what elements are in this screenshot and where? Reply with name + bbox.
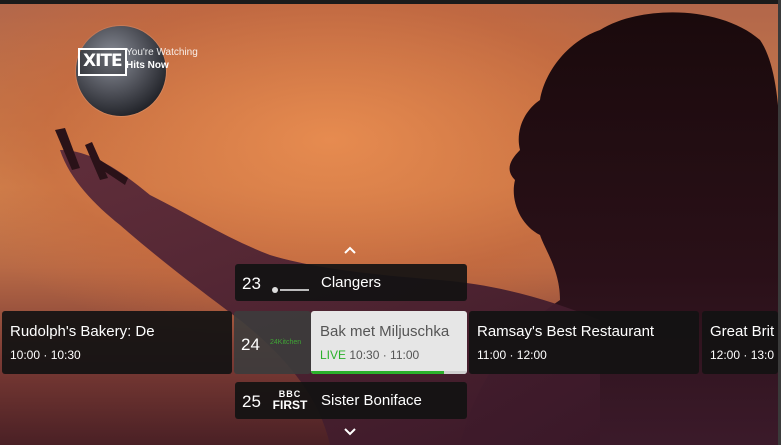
- top-edge: [0, 0, 781, 4]
- chevron-up-icon[interactable]: [342, 245, 358, 255]
- channel-logo-icon: [271, 279, 311, 293]
- channel-logo-24kitchen: 24Kitchen: [270, 339, 301, 346]
- channel-row-prev[interactable]: 23 Clangers: [235, 264, 467, 301]
- chevron-down-icon[interactable]: [342, 427, 358, 437]
- program-title: Great Brit: [710, 323, 775, 340]
- program-card-previous[interactable]: Rudolph's Bakery: De 10:00 · 10:30: [2, 311, 232, 374]
- program-time: 10:30 · 11:00: [349, 348, 420, 362]
- program-time: 11:00 · 12:00: [477, 348, 547, 362]
- bbc-first-logo: BBC FIRST: [271, 389, 309, 413]
- program-time: 12:00 · 13:0: [710, 348, 775, 362]
- program-time: 10:00 · 10:30: [10, 348, 81, 362]
- current-channel-label: 24 24Kitchen: [234, 311, 311, 374]
- channel-number: 23: [242, 274, 261, 293]
- channel-number: 25: [242, 392, 261, 411]
- xite-logo: XITE: [78, 48, 127, 76]
- program-card-current[interactable]: Bak met Miljuschka LIVE 10:30 · 11:00: [311, 311, 467, 374]
- program-card-next-2[interactable]: Great Brit 12:00 · 13:0: [702, 311, 778, 374]
- program-title: Ramsay's Best Restaurant: [477, 323, 655, 340]
- program-title: Sister Boniface: [321, 392, 422, 409]
- progress-bar: [311, 371, 444, 374]
- program-title: Bak met Miljuschka: [320, 323, 450, 340]
- channel-logo-text: 24Kitchen: [270, 339, 302, 346]
- program-title: Clangers: [321, 274, 382, 291]
- progress-track: [311, 371, 467, 374]
- program-card-next[interactable]: Ramsay's Best Restaurant 11:00 · 12:00: [469, 311, 699, 374]
- channel-number: 24: [241, 335, 260, 354]
- program-title: Rudolph's Bakery: De: [10, 323, 155, 340]
- channel-row-next[interactable]: 25 BBC FIRST Sister Boniface: [235, 382, 467, 419]
- now-watching-channel: Hits Now: [126, 60, 169, 71]
- program-live-row: LIVE 10:30 · 11:00: [320, 348, 419, 362]
- logo-line-2: FIRST: [272, 398, 308, 412]
- now-watching-label: You're Watching: [126, 47, 198, 58]
- live-label: LIVE: [320, 348, 347, 362]
